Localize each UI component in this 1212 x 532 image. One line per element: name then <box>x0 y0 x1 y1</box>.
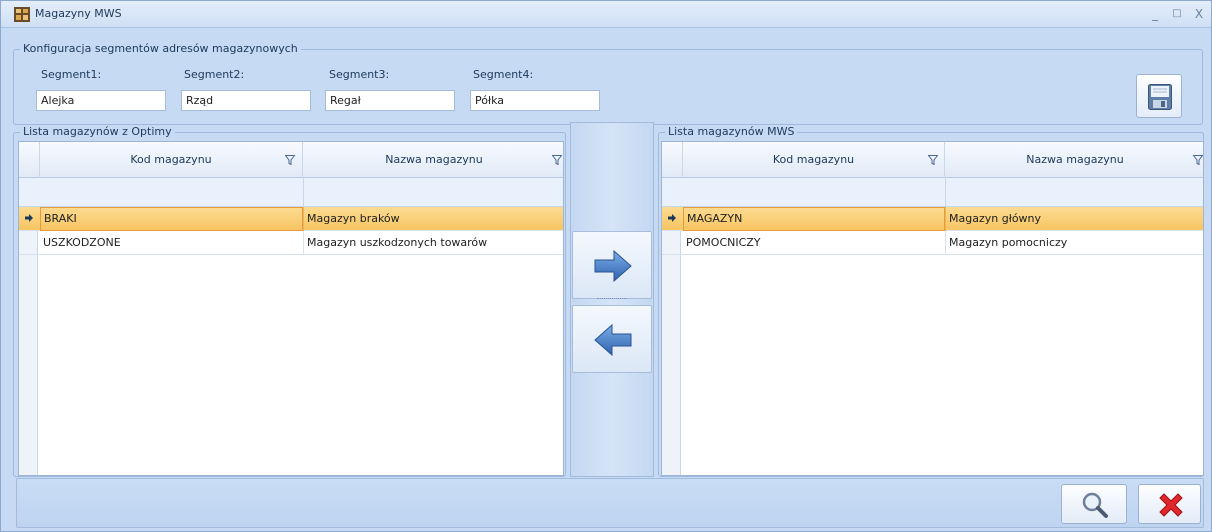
mws-warehouses-grid[interactable]: Kod magazynu Nazwa magazynu MAGAZYN Maga… <box>661 141 1204 476</box>
segment1-label: Segment1: <box>41 68 102 81</box>
bottom-action-bar <box>16 478 1204 528</box>
magnifier-icon <box>1082 492 1108 518</box>
cell-kod[interactable]: MAGAZYN <box>683 207 945 231</box>
cell-nazwa[interactable]: Magazyn pomocniczy <box>945 231 1203 255</box>
warehouse-app-icon <box>14 7 30 22</box>
move-left-button[interactable] <box>572 305 652 373</box>
segment2-label: Segment2: <box>184 68 245 81</box>
close-window-button[interactable]: X <box>1189 4 1209 24</box>
segment3-input[interactable] <box>325 90 455 111</box>
column-header-label: Kod magazynu <box>772 153 855 166</box>
column-header-label: Nazwa magazynu <box>1026 153 1124 166</box>
red-x-icon <box>1159 493 1183 517</box>
column-header-label: Kod magazynu <box>130 153 212 166</box>
cell-kod[interactable]: POMOCNICZY <box>683 231 945 255</box>
splitter-handle[interactable] <box>597 298 627 301</box>
save-config-button[interactable] <box>1136 74 1182 118</box>
title-bar[interactable]: Magazyny MWS _ □ X <box>1 1 1211 28</box>
header-indicator-cell <box>662 142 683 178</box>
search-button[interactable] <box>1061 484 1127 524</box>
grid-header: Kod magazynu Nazwa magazynu <box>662 142 1203 178</box>
row-pointer-icon <box>25 214 33 222</box>
mws-warehouses-title: Lista magazynów MWS <box>665 125 798 138</box>
table-row[interactable]: USZKODZONE Magazyn uszkodzonych towarów <box>19 231 563 255</box>
cell-kod[interactable]: BRAKI <box>40 207 303 231</box>
cell-nazwa[interactable]: Magazyn braków <box>303 207 563 231</box>
segment4-input[interactable] <box>470 90 600 111</box>
auto-filter-row[interactable] <box>19 178 563 207</box>
column-divider <box>303 178 304 207</box>
floppy-disk-icon <box>1148 84 1172 110</box>
column-header-nazwa[interactable]: Nazwa magazynu <box>945 142 1203 178</box>
column-header-kod[interactable]: Kod magazynu <box>40 142 303 178</box>
arrow-right-icon <box>594 250 632 282</box>
move-right-button[interactable] <box>572 231 652 299</box>
row-pointer-icon <box>668 214 676 222</box>
segment2-input[interactable] <box>181 90 311 111</box>
filter-icon[interactable] <box>285 155 295 165</box>
segment1-input[interactable] <box>36 90 166 111</box>
segment-config-title: Konfiguracja segmentów adresów magazynow… <box>20 42 301 55</box>
optima-warehouses-title: Lista magazynów z Optimy <box>20 125 175 138</box>
segment3-label: Segment3: <box>329 68 390 81</box>
table-row[interactable]: POMOCNICZY Magazyn pomocniczy <box>662 231 1203 255</box>
column-header-label: Nazwa magazynu <box>385 153 483 166</box>
table-row[interactable]: BRAKI Magazyn braków <box>19 207 563 231</box>
main-window: Magazyny MWS _ □ X Konfiguracja segmentó… <box>0 0 1212 532</box>
segment-config-group: Konfiguracja segmentów adresów magazynow… <box>13 42 1203 125</box>
minimize-button[interactable]: _ <box>1145 4 1165 24</box>
filter-icon[interactable] <box>552 155 562 165</box>
grid-header: Kod magazynu Nazwa magazynu <box>19 142 563 178</box>
maximize-button[interactable]: □ <box>1167 4 1187 24</box>
cell-nazwa[interactable]: Magazyn uszkodzonych towarów <box>303 231 563 255</box>
column-header-nazwa[interactable]: Nazwa magazynu <box>303 142 563 178</box>
arrow-left-icon <box>594 324 632 356</box>
header-indicator-cell <box>19 142 40 178</box>
close-dialog-button[interactable] <box>1138 484 1201 524</box>
auto-filter-row[interactable] <box>662 178 1203 207</box>
segment4-label: Segment4: <box>473 68 534 81</box>
column-header-kod[interactable]: Kod magazynu <box>683 142 945 178</box>
filter-icon[interactable] <box>928 155 938 165</box>
cell-nazwa[interactable]: Magazyn główny <box>945 207 1203 231</box>
filter-icon[interactable] <box>1193 155 1203 165</box>
window-title: Magazyny MWS <box>35 7 122 20</box>
table-row[interactable]: MAGAZYN Magazyn główny <box>662 207 1203 231</box>
cell-kod[interactable]: USZKODZONE <box>40 231 303 255</box>
column-divider <box>945 178 946 207</box>
optima-warehouses-grid[interactable]: Kod magazynu Nazwa magazynu BRAKI Magazy… <box>18 141 564 476</box>
